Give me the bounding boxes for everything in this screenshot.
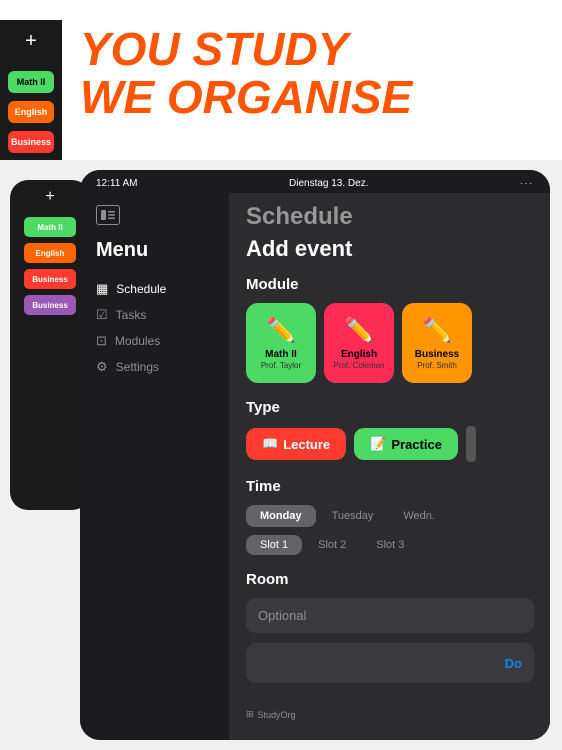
pill-english: English	[8, 101, 54, 123]
business-name: Business	[415, 349, 459, 361]
math-emoji: ✏️	[266, 316, 296, 345]
settings-icon: ⚙	[96, 359, 108, 375]
day-tab-wednesday[interactable]: Wedn.	[389, 505, 449, 527]
lecture-label: Lecture	[283, 437, 330, 452]
do-button[interactable]: Do	[505, 656, 522, 671]
add-event-modal: Add event Module ✏️ Math II Prof. Taylor…	[230, 236, 550, 740]
status-time: 12:11 AM	[96, 178, 138, 189]
lecture-button[interactable]: 📖 Lecture	[246, 428, 346, 460]
phone-tag-math: Math II	[24, 217, 76, 237]
day-tab-tuesday[interactable]: Tuesday	[318, 505, 388, 527]
brand-label: StudyOrg	[258, 710, 296, 720]
phone-tag-english: English	[24, 243, 76, 263]
room-input[interactable]: Optional	[246, 598, 534, 633]
headline-line1: YOU STUDY	[80, 25, 412, 73]
module-card-english[interactable]: ✏️ English Prof. Coleman	[324, 303, 394, 383]
calendar-icon: ▦	[96, 281, 108, 297]
module-card-business[interactable]: ✏️ Business Prof. Smith	[402, 303, 472, 383]
math-name: Math II	[265, 349, 297, 361]
slot-tab-2[interactable]: Slot 2	[304, 535, 360, 555]
main-panel: Schedule Add event Module ✏️ Math II Pro…	[230, 193, 550, 740]
pill-business1: Business	[8, 131, 54, 153]
type-section-label: Type	[246, 399, 534, 416]
schedule-header: Schedule	[230, 193, 550, 236]
practice-button[interactable]: 📝 Practice	[354, 428, 458, 460]
headline: YOU STUDY WE ORGANISE	[62, 20, 412, 122]
modal-title: Add event	[246, 236, 534, 262]
phone-tag-business1: Business	[24, 269, 76, 289]
module-card-math[interactable]: ✏️ Math II Prof. Taylor	[246, 303, 316, 383]
modules-icon: ⊡	[96, 333, 107, 349]
business-emoji: ✏️	[422, 316, 452, 345]
type-buttons: 📖 Lecture 📝 Practice	[246, 426, 534, 462]
slot-tab-1[interactable]: Slot 1	[246, 535, 302, 555]
business-prof: Prof. Smith	[417, 361, 457, 370]
room-section-label: Room	[246, 571, 534, 588]
module-cards: ✏️ Math II Prof. Taylor ✏️ English Prof.…	[246, 303, 534, 383]
status-date: Dienstag 13. Dez.	[289, 178, 369, 189]
sidebar-item-settings[interactable]: ⚙ Settings	[96, 354, 213, 380]
english-emoji: ✏️	[344, 316, 374, 345]
sidebar-title: Menu	[96, 239, 213, 262]
phone-mockup: + Math II English Business Business	[10, 180, 90, 510]
sidebar: Menu ▦ Schedule ☑ Tasks ⊡ Modules ⚙	[80, 193, 230, 740]
phone-tag-business2: Business	[24, 295, 76, 315]
headline-line2: WE ORGANISE	[80, 73, 412, 121]
more-types-indicator	[466, 426, 476, 462]
bottom-action-bar: Do	[246, 643, 534, 683]
english-name: English	[341, 349, 377, 361]
sidebar-item-modules[interactable]: ⊡ Modules	[96, 328, 213, 354]
phone-plus-icon[interactable]: +	[45, 188, 54, 206]
status-bar: 12:11 AM Dienstag 13. Dez. ···	[80, 170, 550, 193]
sidebar-settings-label: Settings	[116, 360, 159, 374]
lecture-emoji: 📖	[262, 436, 278, 452]
tasks-icon: ☑	[96, 307, 108, 323]
sidebar-tasks-label: Tasks	[116, 308, 147, 322]
english-prof: Prof. Coleman	[333, 361, 384, 370]
plus-icon[interactable]: +	[25, 30, 37, 53]
branding: ⊞ StudyOrg	[246, 709, 296, 720]
practice-emoji: 📝	[370, 436, 386, 452]
slot-tab-3[interactable]: Slot 3	[362, 535, 418, 555]
practice-label: Practice	[391, 437, 442, 452]
sidebar-schedule-label: Schedule	[116, 282, 166, 296]
device-area: + Math II English Business Business 12:1…	[0, 160, 562, 750]
math-prof: Prof. Taylor	[261, 361, 301, 370]
logo-icon: ⊞	[246, 709, 254, 720]
sidebar-item-schedule[interactable]: ▦ Schedule	[96, 276, 213, 302]
status-dots: ···	[520, 179, 534, 188]
day-tab-monday[interactable]: Monday	[246, 505, 316, 527]
sidebar-toggle-icon[interactable]	[96, 205, 120, 225]
ipad-mockup: 12:11 AM Dienstag 13. Dez. ···	[80, 170, 550, 740]
module-section-label: Module	[246, 276, 534, 293]
pill-math: Math II	[8, 71, 54, 93]
sidebar-item-tasks[interactable]: ☑ Tasks	[96, 302, 213, 328]
time-section-label: Time	[246, 478, 534, 495]
slot-tabs: Slot 1 Slot 2 Slot 3	[246, 535, 534, 555]
sidebar-modules-label: Modules	[115, 334, 160, 348]
day-tabs: Monday Tuesday Wedn.	[246, 505, 534, 527]
